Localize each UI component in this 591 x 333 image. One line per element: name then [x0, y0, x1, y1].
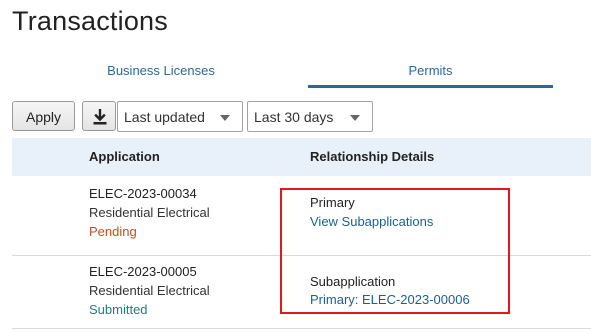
chevron-down-icon	[220, 115, 230, 121]
download-button[interactable]	[82, 101, 116, 131]
status-badge: Submitted	[89, 302, 148, 317]
sort-select[interactable]: Last updated	[117, 101, 243, 132]
application-type: Residential Electrical	[89, 283, 210, 298]
page-title: Transactions	[12, 6, 168, 36]
column-header-relationship-details: Relationship Details	[310, 149, 435, 164]
tab-business-licenses[interactable]: Business Licenses	[38, 58, 284, 88]
apply-button[interactable]: Apply	[12, 101, 75, 131]
status-badge: Pending	[89, 224, 137, 239]
application-id: ELEC-2023-00034	[89, 186, 197, 201]
tab-bar: Business Licenses Permits	[38, 58, 553, 90]
date-range-select-value: Last 30 days	[254, 109, 334, 125]
highlight-box	[280, 188, 510, 314]
application-type: Residential Electrical	[89, 205, 210, 220]
application-id: ELEC-2023-00005	[89, 264, 197, 279]
sort-select-value: Last updated	[124, 109, 205, 125]
page: Transactions Business Licenses Permits A…	[0, 0, 591, 333]
column-header-application: Application	[89, 149, 160, 164]
table-header: Application Relationship Details	[12, 138, 591, 176]
chevron-down-icon	[350, 115, 360, 121]
date-range-select[interactable]: Last 30 days	[247, 101, 373, 132]
download-icon	[93, 109, 107, 125]
tab-permits[interactable]: Permits	[308, 58, 553, 88]
